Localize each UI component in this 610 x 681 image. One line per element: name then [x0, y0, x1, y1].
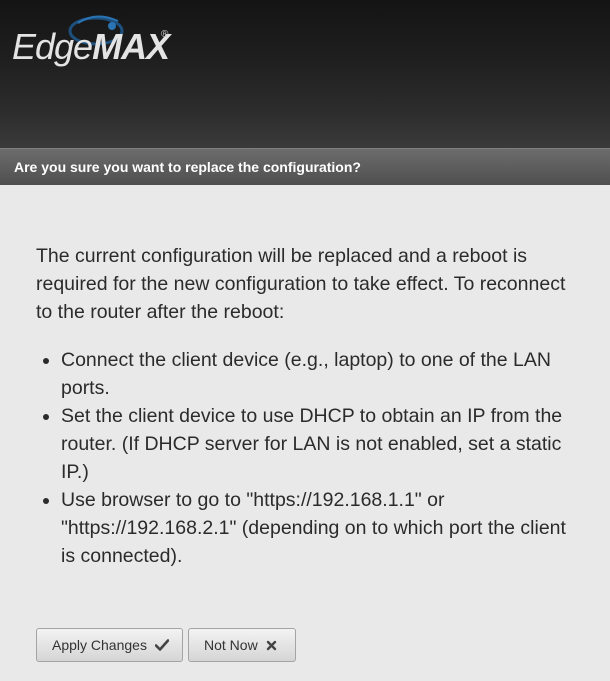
dialog-body: The current configuration will be replac… — [36, 242, 584, 570]
apply-changes-button[interactable]: Apply Changes — [36, 628, 183, 662]
reconnect-steps-list: Connect the client device (e.g., laptop)… — [36, 346, 584, 570]
list-item: Connect the client device (e.g., laptop)… — [61, 346, 584, 402]
logo-wordmark: EdgeMAX — [12, 26, 170, 67]
list-item: Set the client device to use DHCP to obt… — [61, 402, 584, 486]
checkmark-icon — [154, 639, 169, 651]
close-icon — [266, 640, 277, 651]
logo-trademark: ® — [161, 29, 169, 40]
apply-changes-label: Apply Changes — [52, 637, 147, 653]
dialog-titlebar: Are you sure you want to replace the con… — [0, 148, 610, 185]
edgemax-logo: EdgeMAX ® — [12, 15, 172, 77]
list-item: Use browser to go to "https://192.168.1.… — [61, 486, 584, 570]
dialog-intro: The current configuration will be replac… — [36, 245, 566, 323]
dialog-title: Are you sure you want to replace the con… — [14, 159, 361, 175]
app-header: EdgeMAX ® — [0, 0, 610, 148]
not-now-label: Not Now — [204, 637, 258, 653]
not-now-button[interactable]: Not Now — [188, 628, 296, 662]
